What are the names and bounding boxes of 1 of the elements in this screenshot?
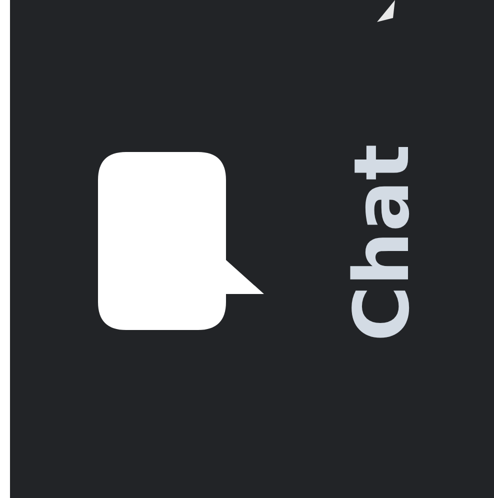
pointer-icon: [377, 0, 395, 22]
